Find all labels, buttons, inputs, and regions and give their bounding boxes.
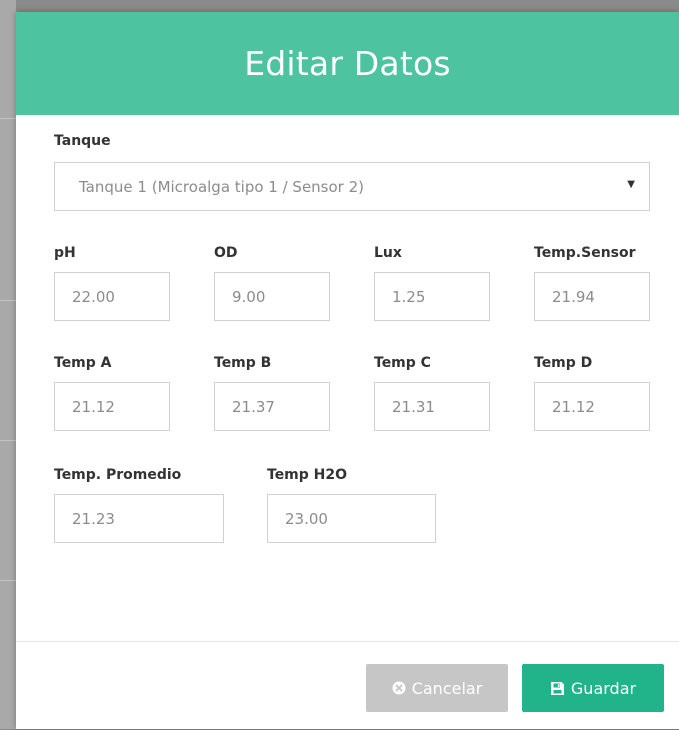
temp-promedio-input[interactable]: 21.23 — [54, 494, 224, 543]
tanque-label: Tanque — [54, 133, 111, 149]
temp-promedio-label: Temp. Promedio — [54, 467, 182, 483]
cancel-button[interactable]: Cancelar — [366, 664, 508, 712]
tanque-select-value: Tanque 1 (Microalga tipo 1 / Sensor 2) — [79, 177, 365, 196]
backdrop-divider — [0, 300, 16, 301]
save-button-label: Guardar — [570, 678, 637, 698]
lux-input[interactable]: 1.25 — [374, 272, 490, 321]
ph-input[interactable]: 22.00 — [54, 272, 170, 321]
temp-sensor-input[interactable]: 21.94 — [534, 272, 650, 321]
temp-d-input[interactable]: 21.12 — [534, 382, 650, 431]
backdrop-divider — [0, 580, 16, 581]
page-backdrop — [0, 0, 16, 729]
temp-b-label: Temp B — [214, 355, 272, 371]
backdrop-divider — [0, 440, 16, 441]
save-button[interactable]: Guardar — [522, 664, 664, 712]
caret-down-icon: ▼ — [627, 179, 635, 190]
edit-data-modal: Editar Datos Tanque Tanque 1 (Microalga … — [16, 12, 679, 729]
cancel-button-label: Cancelar — [411, 678, 483, 698]
temp-a-label: Temp A — [54, 355, 112, 371]
modal-header: Editar Datos — [16, 12, 679, 115]
tanque-select[interactable]: Tanque 1 (Microalga tipo 1 / Sensor 2) ▼ — [54, 162, 650, 211]
od-label: OD — [214, 245, 238, 261]
od-input[interactable]: 9.00 — [214, 272, 330, 321]
modal-footer: Cancelar Guardar — [16, 641, 679, 730]
floppy-disk-icon — [550, 681, 565, 696]
temp-sensor-label: Temp.Sensor — [534, 245, 636, 261]
temp-h2o-label: Temp H2O — [267, 467, 348, 483]
temp-c-label: Temp C — [374, 355, 431, 371]
temp-a-input[interactable]: 21.12 — [54, 382, 170, 431]
ph-label: pH — [54, 245, 76, 261]
temp-c-input[interactable]: 21.31 — [374, 382, 490, 431]
modal-title: Editar Datos — [244, 44, 451, 83]
times-circle-icon — [392, 681, 406, 695]
temp-b-input[interactable]: 21.37 — [214, 382, 330, 431]
temp-h2o-input[interactable]: 23.00 — [267, 494, 436, 543]
lux-label: Lux — [374, 245, 402, 261]
backdrop-divider — [0, 118, 16, 119]
temp-d-label: Temp D — [534, 355, 593, 371]
modal-body: Tanque Tanque 1 (Microalga tipo 1 / Sens… — [16, 115, 679, 641]
